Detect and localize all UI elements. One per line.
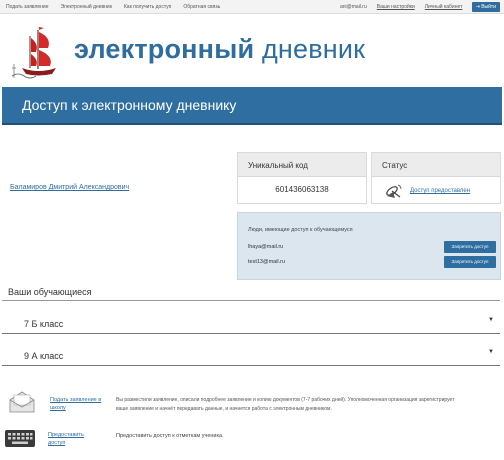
site-title-bold: электронный: [74, 34, 255, 64]
chevron-down-icon: ▼: [488, 349, 494, 355]
nav-link-apply[interactable]: Подать заявление: [6, 4, 49, 10]
section-divider: [2, 300, 500, 301]
access-row: lhaya@mail.ru Запретить доступ: [248, 241, 496, 253]
sailing-ship-icon[interactable]: [8, 22, 68, 82]
grant-access-text: Предоставить доступ к отметкам ученика.: [116, 433, 224, 439]
top-navigation-bar: Подать заявление Электронный дневник Как…: [0, 0, 504, 14]
student-name-link[interactable]: Баламиров Дмитрий Александрович: [10, 184, 129, 191]
page-title: Доступ к электронному дневнику: [22, 97, 237, 113]
top-nav-links: Подать заявление Электронный дневник Как…: [6, 4, 220, 10]
exit-label: Выйти: [481, 4, 496, 10]
nav-link-how-to-access[interactable]: Как получить доступ: [124, 4, 172, 10]
unique-code-panel: Уникальный код 601436063138: [237, 152, 367, 204]
deny-access-button[interactable]: Запретить доступ: [444, 256, 496, 268]
user-email: ani@mail.ru: [340, 4, 367, 10]
status-panel: Статус Доступ предоставлен: [371, 152, 501, 204]
unique-code-value: 601436063138: [275, 185, 329, 194]
class-label: 9 А класс: [24, 351, 64, 361]
access-granted-link[interactable]: Доступ предоставлен: [410, 188, 470, 194]
chevron-down-icon: ▼: [488, 317, 494, 323]
your-students-heading: Ваши обучающиеся: [8, 287, 92, 297]
site-title: электронный дневник: [74, 34, 365, 65]
class-dropdown-7b[interactable]: 7 Б класс ▼: [2, 304, 500, 334]
deny-access-button[interactable]: Запретить доступ: [444, 241, 496, 253]
apply-to-school-link[interactable]: Подать заявление в школу: [50, 396, 108, 412]
access-email: test13@mail.ru: [248, 259, 286, 265]
apply-info-text: Вы разместили заявление, описали подробн…: [116, 397, 455, 412]
access-list-title: Люди, имеющие доступ к обучающемуся: [248, 227, 353, 233]
keyboard-icon: [5, 430, 35, 447]
page-banner: Доступ к электронному дневнику: [2, 87, 502, 125]
account-link[interactable]: Личный кабинет: [425, 4, 463, 10]
exit-button[interactable]: ⇥ Выйти: [471, 2, 500, 12]
grant-access-link[interactable]: Предоставить доступ: [48, 431, 100, 447]
satellite-icon: [386, 184, 402, 198]
user-menu: ani@mail.ru Ваши настройки Личный кабине…: [340, 4, 462, 10]
nav-link-feedback[interactable]: Обратная связь: [183, 4, 220, 10]
site-title-light: дневник: [261, 34, 366, 64]
status-header: Статус: [372, 153, 500, 177]
settings-link[interactable]: Ваши настройки: [377, 4, 415, 10]
class-label: 7 Б класс: [24, 319, 64, 329]
access-list-panel: Люди, имеющие доступ к обучающемуся lhay…: [237, 212, 501, 280]
envelope-icon: [9, 391, 35, 413]
unique-code-header: Уникальный код: [238, 153, 366, 177]
nav-link-diary[interactable]: Электронный дневник: [61, 4, 112, 10]
exit-icon: ⇥: [475, 4, 480, 10]
access-email: lhaya@mail.ru: [248, 244, 284, 250]
class-dropdown-9a[interactable]: 9 А класс ▼: [2, 336, 500, 366]
status-row: Доступ предоставлен: [372, 177, 500, 200]
access-row: test13@mail.ru Запретить доступ: [248, 256, 496, 268]
